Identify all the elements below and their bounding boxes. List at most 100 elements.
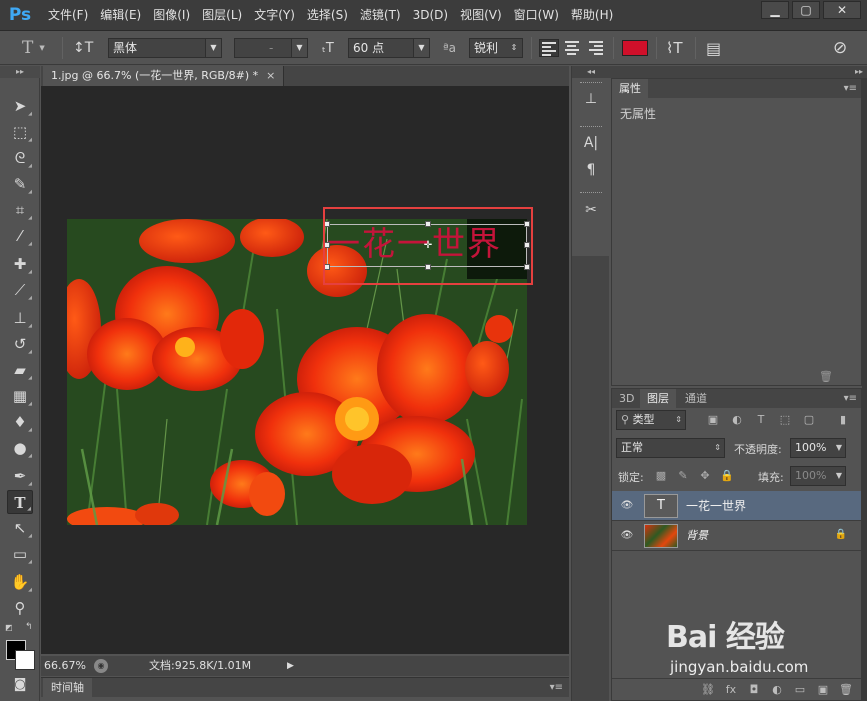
blur-tool-icon[interactable]: ♦ ◢	[7, 410, 33, 434]
menu-layer[interactable]: 图层(L)	[196, 0, 248, 31]
right-scrollbar[interactable]	[862, 78, 867, 701]
font-family-select[interactable]: 黑体 ▼	[108, 38, 222, 58]
tab-layers[interactable]: 图层	[640, 389, 676, 408]
zoom-readout[interactable]: 66.67%	[44, 656, 86, 676]
menu-edit[interactable]: 编辑(E)	[94, 0, 147, 31]
text-color-swatch[interactable]	[622, 40, 648, 56]
healing-brush-tool-icon[interactable]: ✚ ◢	[7, 252, 33, 276]
eye-icon[interactable]: 👁	[620, 499, 634, 513]
background-color-swatch[interactable]	[15, 650, 35, 670]
blend-mode-select[interactable]: 正常 ⇕	[616, 438, 725, 458]
quick-selection-tool-icon[interactable]: ✎ ◢	[7, 172, 33, 196]
filter-smart-object-icon[interactable]: ▢	[802, 413, 816, 427]
filter-pixel-icon[interactable]: ▣	[706, 413, 720, 427]
panel-menu-icon[interactable]: ▾≡	[844, 389, 857, 408]
panel-grip[interactable]: ▸▸	[0, 66, 40, 78]
menu-select[interactable]: 选择(S)	[301, 0, 354, 31]
lock-all-icon[interactable]: 🔒	[720, 469, 734, 483]
baidu-jingyan-watermark: Bai 经验 jingyan.baidu.com	[666, 612, 866, 692]
document-size: 文档:925.8K/1.01M	[149, 659, 252, 672]
layer-filter-select[interactable]: ⚲ 类型 ⇕	[616, 410, 686, 430]
maximize-icon[interactable]: ▢	[792, 1, 820, 19]
lock-image-pixels-icon[interactable]: ✎	[676, 469, 690, 483]
brush-tool-icon[interactable]: ⟋ ◢	[7, 278, 33, 302]
timeline-panel: 时间轴 ▾≡	[41, 677, 569, 697]
lock-transparent-pixels-icon[interactable]: ▩	[654, 469, 668, 483]
history-brush-tool-icon[interactable]: ↺ ◢	[7, 332, 33, 356]
filter-adjustment-icon[interactable]: ◐	[730, 413, 744, 427]
filter-type-icon[interactable]: T	[754, 413, 768, 427]
filter-toggle-icon[interactable]: ▮	[836, 413, 850, 427]
marquee-tool-icon[interactable]: ⬚ ◢	[7, 120, 33, 144]
document-tab[interactable]: 1.jpg @ 66.7% (一花一世界, RGB/8#) * ×	[43, 66, 285, 86]
antialias-select[interactable]: 锐利 ⇕	[469, 38, 523, 58]
layer-row-background[interactable]: 👁 背景 🔒	[612, 521, 861, 551]
hand-tool-icon[interactable]: ✋ ◢	[7, 570, 33, 594]
menu-file[interactable]: 文件(F)	[42, 0, 94, 31]
dodge-tool-icon[interactable]: ● ◢	[7, 436, 33, 460]
zoom-tool-icon[interactable]: ⚲	[7, 596, 33, 620]
menu-type[interactable]: 文字(Y)	[248, 0, 301, 31]
eye-icon[interactable]: 👁	[620, 529, 634, 543]
align-left-button[interactable]	[539, 39, 559, 57]
minimize-icon[interactable]: ▁	[761, 1, 789, 19]
close-icon[interactable]: ×	[266, 69, 275, 82]
right-panel-grip[interactable]: ▸▸	[610, 66, 867, 78]
menu-image[interactable]: 图像(I)	[147, 0, 196, 31]
paragraph-panel-icon[interactable]: ¶	[579, 159, 603, 181]
lasso-tool-icon[interactable]: ᘓ ◢	[7, 146, 33, 170]
font-size-select[interactable]: 60 点 ▼	[348, 38, 430, 58]
type-tool-icon[interactable]: T ◢	[7, 490, 33, 514]
toggle-text-orientation-icon[interactable]: ↕T	[73, 31, 93, 65]
dock-grip[interactable]: ◂◂	[572, 66, 610, 78]
quick-mask-icon[interactable]: ◙	[7, 673, 33, 697]
move-tool-icon[interactable]: ➤ ◢	[7, 94, 33, 118]
menu-filter[interactable]: 滤镜(T)	[354, 0, 407, 31]
text-layer-thumbnail: T	[644, 494, 678, 518]
font-style-select[interactable]: - ▼	[234, 38, 308, 58]
pen-tool-icon[interactable]: ✒ ◢	[7, 464, 33, 488]
tab-3d[interactable]: 3D	[612, 389, 641, 408]
status-info-icon[interactable]: ◉	[94, 659, 108, 673]
gradient-tool-icon[interactable]: ▦ ◢	[7, 384, 33, 408]
tool-presets-icon[interactable]: ✂	[579, 199, 603, 221]
align-center-button[interactable]	[563, 39, 583, 57]
character-panel-icon[interactable]: A|	[579, 132, 603, 154]
close-icon[interactable]: ✕	[823, 1, 861, 19]
menu-view[interactable]: 视图(V)	[454, 0, 508, 31]
swap-colors-icon[interactable]: ↰	[25, 622, 33, 632]
panel-menu-icon[interactable]: ▾≡	[844, 79, 857, 98]
collapse-panels-icon[interactable]: ▸▸	[855, 66, 863, 78]
canvas-area[interactable]: 一花一世界 ✛	[41, 86, 569, 654]
default-colors-icon[interactable]: ◩	[5, 623, 13, 632]
type-tool-preset-icon[interactable]: T ▼	[22, 31, 45, 65]
warp-text-icon[interactable]: ⌇T	[666, 31, 683, 65]
character-panel-icon[interactable]: ▤	[706, 31, 721, 65]
eyedropper-tool-icon[interactable]: ⁄ ◢	[7, 224, 33, 248]
menu-help[interactable]: 帮助(H)	[565, 0, 619, 31]
options-divider	[695, 37, 696, 59]
menu-3d[interactable]: 3D(D)	[407, 0, 454, 31]
lock-position-icon[interactable]: ✥	[698, 469, 712, 483]
tab-properties[interactable]: 属性	[612, 79, 648, 98]
panel-menu-icon[interactable]: ▾≡	[550, 678, 563, 697]
history-panel-icon[interactable]: ⊥	[579, 88, 603, 110]
layer-name[interactable]: 背景	[686, 521, 708, 551]
tab-channels[interactable]: 通道	[678, 389, 714, 408]
eraser-tool-icon[interactable]: ▰ ◢	[7, 358, 33, 382]
menu-window[interactable]: 窗口(W)	[508, 0, 565, 31]
layer-row-text[interactable]: 👁 T 一花一世界	[612, 491, 861, 521]
cancel-edit-icon[interactable]: ⊘	[833, 31, 847, 65]
fill-input[interactable]: 100% ▼	[790, 466, 846, 486]
path-selection-tool-icon[interactable]: ↖ ◢	[7, 516, 33, 540]
filter-shape-icon[interactable]: ⬚	[778, 413, 792, 427]
rectangle-tool-icon[interactable]: ▭ ◢	[7, 542, 33, 566]
status-menu-arrow-icon[interactable]: ▶	[287, 656, 294, 676]
layer-name[interactable]: 一花一世界	[686, 491, 746, 521]
align-right-button[interactable]	[587, 39, 607, 57]
timeline-tab[interactable]: 时间轴	[43, 678, 92, 697]
trash-icon[interactable]: 🗑	[819, 370, 833, 383]
clone-stamp-tool-icon[interactable]: ⊥ ◢	[7, 306, 33, 330]
opacity-input[interactable]: 100% ▼	[790, 438, 846, 458]
crop-tool-icon[interactable]: ⌗ ◢	[7, 198, 33, 222]
